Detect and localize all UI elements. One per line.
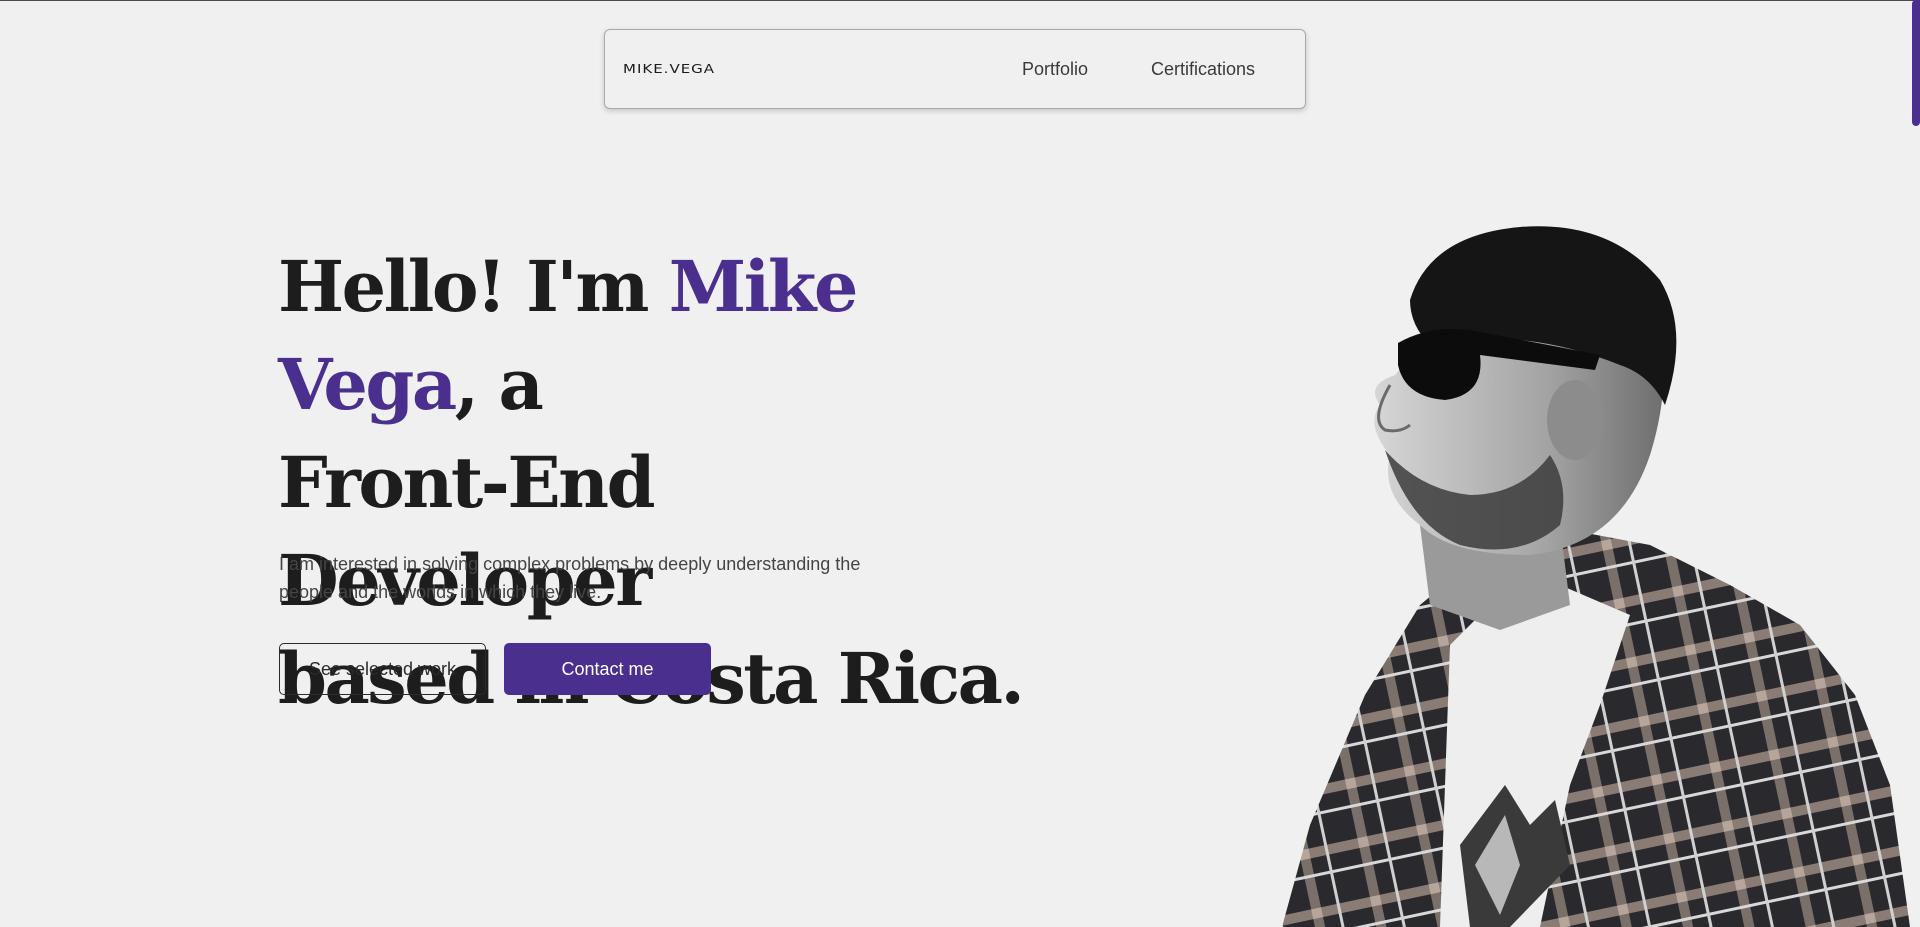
nav-link-certifications[interactable]: Certifications [1151,59,1255,80]
portrait-photo [1282,226,1910,927]
navbar: MIKE.VEGA Portfolio Certifications [604,29,1306,109]
nav-link-portfolio[interactable]: Portfolio [1022,59,1088,80]
contact-me-button[interactable]: Contact me [504,643,711,695]
page: MIKE.VEGA Portfolio Certifications Hello… [0,0,1920,927]
see-selected-work-button[interactable]: See selected work [279,643,486,695]
logo[interactable]: MIKE.VEGA [623,62,715,77]
hero-title-intro: Hello! I'm [278,245,669,328]
scrollbar-thumb[interactable] [1912,0,1920,126]
hero-title-suffix: , a [454,343,544,426]
top-divider [0,0,1920,1]
hero-subtitle: I am interested in solving complex probl… [279,554,861,602]
